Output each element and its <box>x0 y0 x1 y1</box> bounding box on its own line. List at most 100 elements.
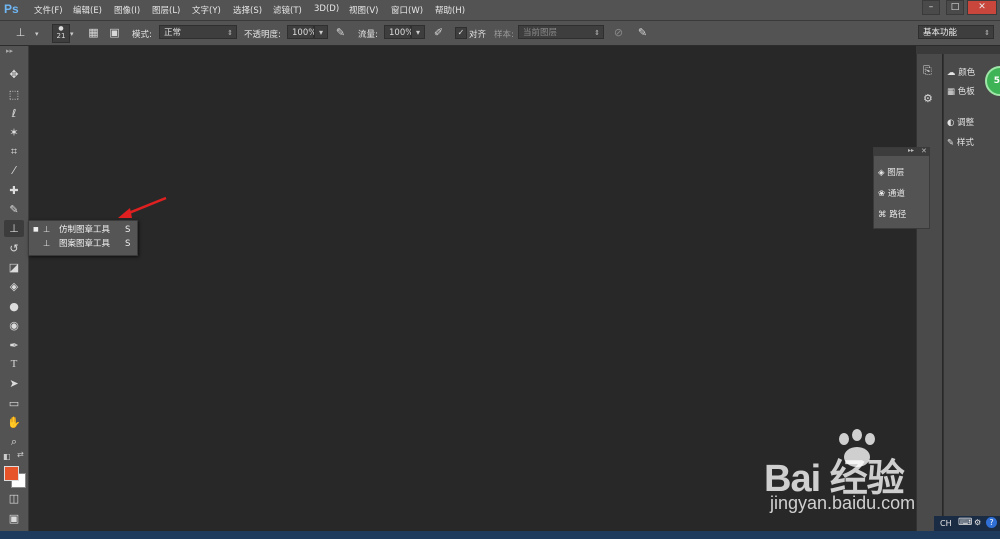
clone-stamp-tool-icon[interactable]: ⊥ <box>4 220 24 237</box>
menu-layer[interactable]: 图层(L) <box>152 4 180 16</box>
zoom-tool-icon[interactable]: ⌕ <box>4 433 24 450</box>
tray-settings-icon[interactable]: ⚙ <box>974 518 981 527</box>
panel-item-layers[interactable]: ◈ 图层 <box>878 164 928 182</box>
menu-view[interactable]: 视图(V) <box>349 4 378 16</box>
clone-stamp-icon: ⊥ <box>43 225 51 235</box>
pressure-opacity-icon[interactable]: ✎ <box>334 26 347 39</box>
flow-value: 100% <box>389 28 414 38</box>
clone-stamp-preset-icon[interactable]: ⊥ <box>14 26 27 39</box>
menu-window[interactable]: 窗口(W) <box>391 4 423 16</box>
brush-size-picker[interactable]: ● 21 <box>52 24 70 43</box>
type-tool-icon[interactable]: T <box>4 356 24 373</box>
menu-image[interactable]: 图像(I) <box>114 4 140 16</box>
flyout-item-label: 仿制图章工具 <box>59 225 111 235</box>
brush-dot-icon: ● <box>58 25 64 32</box>
panel-item-channels[interactable]: ❀ 通道 <box>878 185 928 203</box>
menu-type[interactable]: 文字(Y) <box>192 4 221 16</box>
flyout-item-shortcut: S <box>125 239 131 249</box>
clone-source-panel-icon[interactable]: ▣ <box>108 26 121 39</box>
collapse-icon[interactable]: ▸▸ <box>908 147 914 154</box>
opacity-label: 不透明度: <box>244 30 281 40</box>
sample-label: 样本: <box>494 30 514 40</box>
default-colors-icon[interactable]: ◧ <box>3 452 11 461</box>
flyout-item-pattern-stamp[interactable]: ⊥ 图案图章工具 S <box>29 237 137 251</box>
brush-panel-icon[interactable]: ▦ <box>87 26 100 39</box>
lasso-tool-icon[interactable]: ℓ <box>4 105 24 122</box>
close-icon[interactable]: ✕ <box>921 147 927 155</box>
properties-icon[interactable]: ⚙ <box>923 92 933 105</box>
preset-dropdown-arrow[interactable]: ▾ <box>35 30 39 38</box>
mode-label: 模式: <box>132 30 152 40</box>
pattern-stamp-icon: ⊥ <box>43 239 51 249</box>
marquee-tool-icon[interactable]: ⬚ <box>4 86 24 103</box>
panel-item-paths[interactable]: ⌘ 路径 <box>878 206 928 224</box>
history-icon[interactable]: ⎘ <box>923 64 932 78</box>
path-selection-tool-icon[interactable]: ➤ <box>4 375 24 392</box>
aligned-checkbox[interactable]: ✓ <box>455 27 467 39</box>
airbrush-icon[interactable]: ✐ <box>432 26 445 39</box>
help-icon[interactable]: ? <box>986 517 997 528</box>
baidu-jingyan-watermark: Bai 经验 jingyan.baidu.com <box>764 429 964 529</box>
foreground-color-swatch[interactable] <box>4 466 19 481</box>
tools-panel: ▸▸ ✥ ⬚ ℓ ✶ ⌗ ⁄ ✚ ✎ ⊥ ↺ ◪ ◈ ● ◉ ✒ T ➤ ▭ ✋… <box>0 46 29 532</box>
menu-edit[interactable]: 编辑(E) <box>73 4 102 16</box>
menu-bar: Ps 文件(F) 编辑(E) 图像(I) 图层(L) 文字(Y) 选择(S) 滤… <box>0 0 1000 21</box>
palette-icon: ☁ <box>947 68 959 78</box>
quick-selection-tool-icon[interactable]: ✶ <box>4 124 24 141</box>
crop-tool-icon[interactable]: ⌗ <box>4 143 24 160</box>
paint-bucket-tool-icon[interactable]: ◈ <box>4 278 24 295</box>
menu-3d[interactable]: 3D(D) <box>314 4 339 14</box>
dock-item-styles[interactable]: ✎ 样式 <box>947 134 1000 152</box>
dock-item-adjustments[interactable]: ◐ 调整 <box>947 114 1000 132</box>
rectangle-tool-icon[interactable]: ▭ <box>4 395 24 412</box>
blur-tool-icon[interactable]: ● <box>4 298 24 315</box>
pressure-size-icon[interactable]: ✎ <box>636 26 649 39</box>
system-tray: CH ⌨ ⚙ ? <box>934 516 1000 531</box>
brush-size-value: 21 <box>56 32 66 40</box>
floating-layers-panel: ▸▸ ✕ ◈ 图层 ❀ 通道 ⌘ 路径 <box>873 147 930 229</box>
sample-select[interactable]: 当前图层 ⇕ <box>518 25 604 39</box>
menu-filter[interactable]: 滤镜(T) <box>273 4 302 16</box>
chevron-down-icon: ⇕ <box>984 29 990 37</box>
opacity-slider-button[interactable]: ▾ <box>314 25 328 39</box>
swap-colors-icon[interactable]: ⇄ <box>17 450 24 459</box>
pen-tool-icon[interactable]: ✒ <box>4 337 24 354</box>
mode-select[interactable]: 正常 ⇕ <box>159 25 237 39</box>
eraser-tool-icon[interactable]: ◪ <box>4 259 24 276</box>
chevron-down-icon: ⇕ <box>594 29 600 37</box>
healing-brush-tool-icon[interactable]: ✚ <box>4 182 24 199</box>
menu-file[interactable]: 文件(F) <box>34 4 63 16</box>
menu-select[interactable]: 选择(S) <box>233 4 262 16</box>
eyedropper-tool-icon[interactable]: ⁄ <box>4 162 24 179</box>
dodge-tool-icon[interactable]: ◉ <box>4 317 24 334</box>
workspace-select[interactable]: 基本功能 ⇕ <box>918 25 994 39</box>
menu-help[interactable]: 帮助(H) <box>435 4 465 16</box>
paths-icon: ⌘ <box>878 210 890 220</box>
close-button[interactable]: ✕ <box>967 0 997 15</box>
input-language[interactable]: CH <box>940 519 952 528</box>
panel-item-label: 图层 <box>887 168 905 178</box>
history-brush-tool-icon[interactable]: ↺ <box>4 240 24 257</box>
restore-button[interactable]: □ <box>946 0 964 15</box>
minimize-button[interactable]: – <box>922 0 940 15</box>
collapse-toolbar-icon[interactable]: ▸▸ <box>6 47 13 55</box>
panel-item-label: 路径 <box>889 210 907 220</box>
brush-dropdown-arrow[interactable]: ▾ <box>70 30 74 38</box>
red-arrow-annotation <box>118 196 167 218</box>
flow-input[interactable]: 100% <box>384 25 414 39</box>
photoshop-logo: Ps <box>4 2 19 16</box>
move-tool-icon[interactable]: ✥ <box>4 66 24 83</box>
keyboard-icon[interactable]: ⌨ <box>958 517 972 528</box>
opacity-input[interactable]: 100% <box>287 25 316 39</box>
hand-tool-icon[interactable]: ✋ <box>4 414 24 431</box>
panel-titlebar[interactable]: ▸▸ ✕ <box>874 147 929 156</box>
flyout-item-clone-stamp[interactable]: ■ ⊥ 仿制图章工具 S <box>29 223 137 237</box>
ignore-adjustment-layers-icon[interactable]: ⊘ <box>612 26 625 39</box>
quick-mask-icon[interactable]: ◫ <box>4 490 24 507</box>
channels-icon: ❀ <box>878 189 888 199</box>
screen-mode-icon[interactable]: ▣ <box>4 510 24 527</box>
brush-tool-icon[interactable]: ✎ <box>4 201 24 218</box>
flyout-item-shortcut: S <box>125 225 131 235</box>
flow-slider-button[interactable]: ▾ <box>411 25 425 39</box>
dock-item-label: 颜色 <box>958 68 976 78</box>
